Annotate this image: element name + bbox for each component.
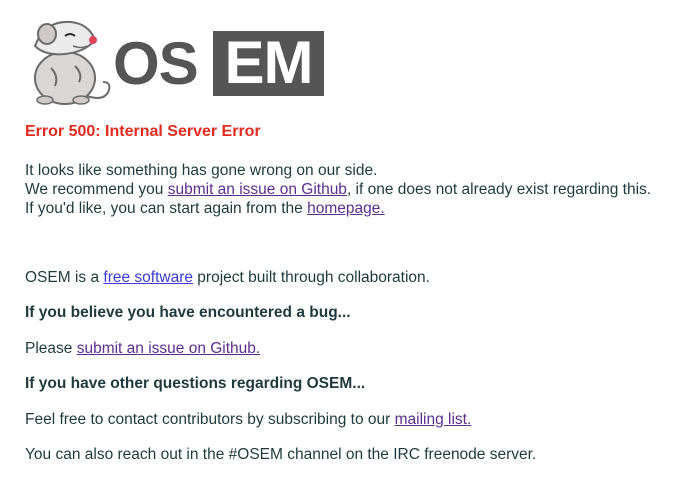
free-software-link[interactable]: free software [103, 269, 193, 286]
error-description: It looks like something has gone wrong o… [25, 161, 651, 218]
logo-text-em: EM [224, 29, 314, 96]
irc-paragraph: You can also reach out in the #OSEM chan… [25, 446, 537, 463]
mailing-list-link[interactable]: mailing list. [395, 411, 472, 428]
footer-intro: OSEM is a free software project built th… [25, 269, 430, 287]
error-title: Error 500: Internal Server Error [25, 123, 261, 140]
page-content: OS EM Error 500: Internal Server Error I… [25, 16, 676, 463]
contact-paragraph: Feel free to contact contributors by sub… [25, 411, 471, 429]
questions-heading: If you have other questions regarding OS… [25, 375, 366, 392]
opossum-mascot-icon [33, 20, 111, 105]
submit-issue-link-2[interactable]: submit an issue on Github. [77, 340, 261, 357]
footer-intro-prefix: OSEM is a [25, 269, 104, 286]
error-line-1: It looks like something has gone wrong o… [25, 162, 378, 179]
bug-paragraph: Please submit an issue on Github. [25, 340, 260, 358]
footer-intro-suffix: project built through collaboration. [193, 269, 430, 286]
error-line-2-prefix: We recommend you [25, 181, 168, 198]
submit-issue-link[interactable]: submit an issue on Github [168, 181, 347, 198]
bug-prefix: Please [25, 340, 77, 357]
error-line-2-suffix: , if one does not already exist regardin… [346, 181, 652, 198]
error-line-2: We recommend you submit an issue on Gith… [25, 180, 651, 199]
logo-text-os: OS [113, 30, 199, 97]
bug-heading: If you believe you have encountered a bu… [25, 304, 351, 321]
osem-logo[interactable]: OS EM [25, 16, 325, 106]
error-line-3-prefix: If you'd like, you can start again from … [25, 200, 308, 217]
error-line-3: If you'd like, you can start again from … [25, 199, 651, 218]
homepage-link[interactable]: homepage. [307, 200, 385, 217]
contact-prefix: Feel free to contact contributors by sub… [25, 411, 395, 428]
logo-em-box: EM [213, 31, 324, 96]
